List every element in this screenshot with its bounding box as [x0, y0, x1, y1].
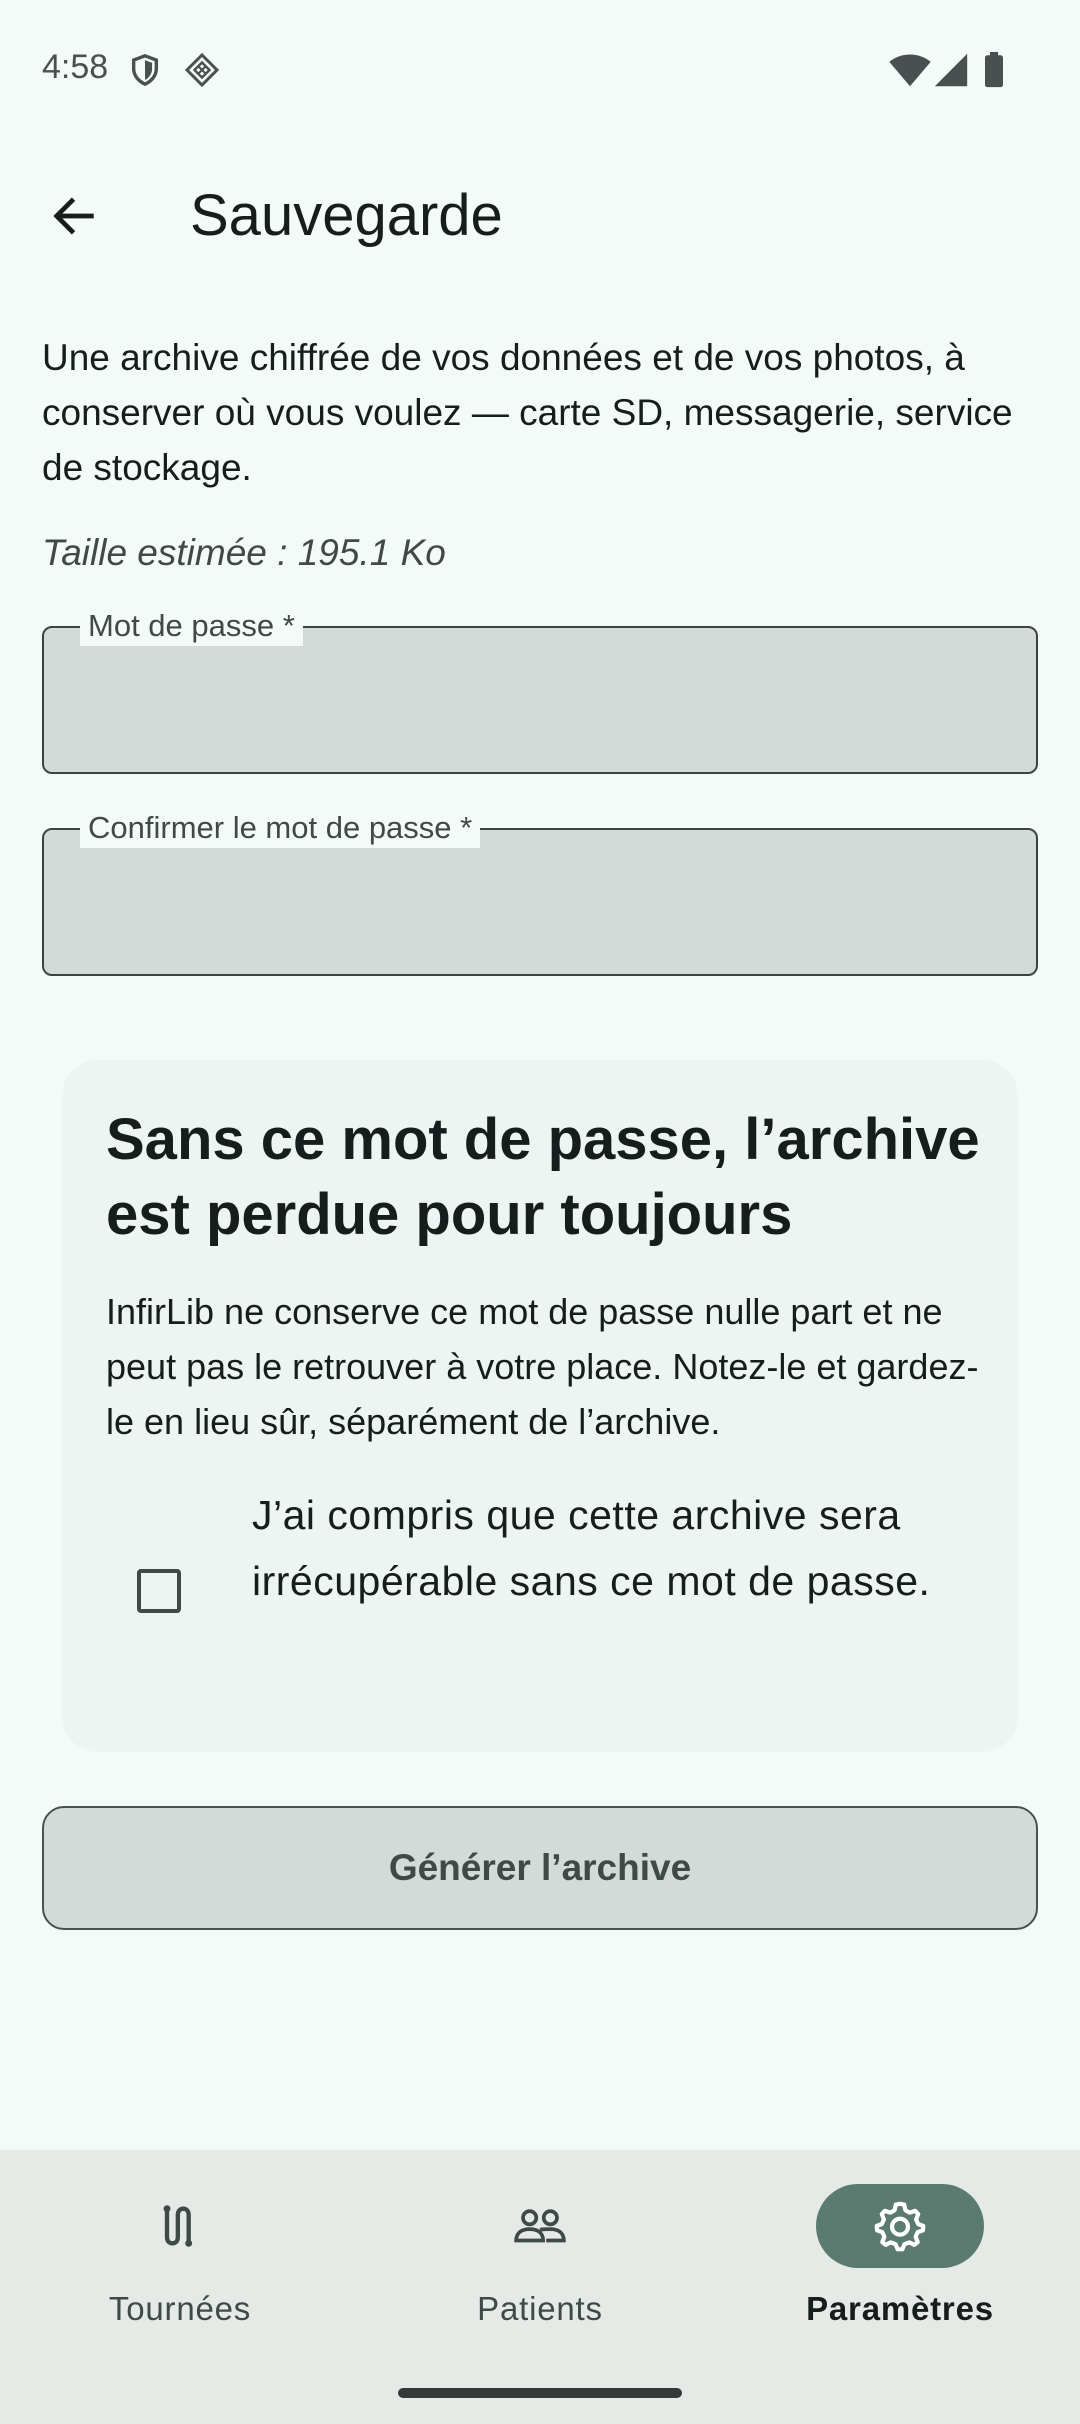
- gesture-navigation-bar[interactable]: [398, 2388, 682, 2398]
- shield-icon: [131, 54, 159, 87]
- confirm-password-field[interactable]: Confirmer le mot de passe *: [42, 808, 1038, 976]
- diamond-grid-icon: [184, 52, 220, 88]
- warning-body: InfirLib ne conserve ce mot de passe nul…: [106, 1291, 979, 1442]
- nav-label-tournees: Tournées: [108, 2290, 252, 2327]
- nav-item-parametres[interactable]: Paramètres: [750, 2184, 1050, 2344]
- nav-item-patients[interactable]: Patients: [390, 2184, 690, 2344]
- people-icon: [514, 2209, 566, 2243]
- password-field[interactable]: Mot de passe *: [42, 606, 1038, 774]
- intro-text: Une archive chiffrée de vos données et d…: [42, 337, 1013, 488]
- confirm-password-input[interactable]: [44, 830, 1036, 974]
- wifi-icon: [889, 54, 931, 87]
- warning-card: Sans ce mot de passe, l’archive est perd…: [62, 1060, 1018, 1752]
- generate-archive-button[interactable]: Générer l’archive: [42, 1806, 1038, 1930]
- status-time: 4:58: [42, 48, 109, 86]
- cell-signal-icon: [934, 53, 968, 87]
- acknowledge-row[interactable]: J’ai compris que cette archive sera irré…: [106, 1482, 986, 1682]
- password-input[interactable]: [44, 628, 1036, 772]
- arrow-back-icon: [53, 197, 94, 235]
- warning-title: Sans ce mot de passe, l’archive est perd…: [106, 1107, 980, 1247]
- nav-label-parametres: Paramètres: [806, 2290, 994, 2327]
- battery-icon: [985, 52, 1003, 88]
- backup-screen: 4:58 Sauvegarde Une archive chiffrée de …: [0, 0, 1080, 2424]
- gear-icon: [874, 2201, 926, 2252]
- size-estimate: Taille estimée : 195.1 Ko: [42, 532, 446, 573]
- nav-pill-parametres: [816, 2184, 984, 2268]
- app-bar: Sauvegarde: [0, 150, 1080, 280]
- status-bar: 4:58: [0, 0, 1080, 140]
- acknowledge-checkbox[interactable]: [137, 1569, 181, 1613]
- bottom-navigation: Tournées Patients Paramètres: [0, 2150, 1080, 2424]
- page-title: Sauvegarde: [190, 183, 503, 248]
- back-button[interactable]: [38, 180, 110, 252]
- acknowledge-label[interactable]: J’ai compris que cette archive sera irré…: [252, 1482, 972, 1614]
- nav-label-patients: Patients: [477, 2290, 603, 2327]
- nav-pill-patients: [456, 2184, 624, 2268]
- nav-pill-tournees: [96, 2184, 264, 2268]
- nav-item-tournees[interactable]: Tournées: [30, 2184, 330, 2344]
- route-icon: [163, 2205, 193, 2247]
